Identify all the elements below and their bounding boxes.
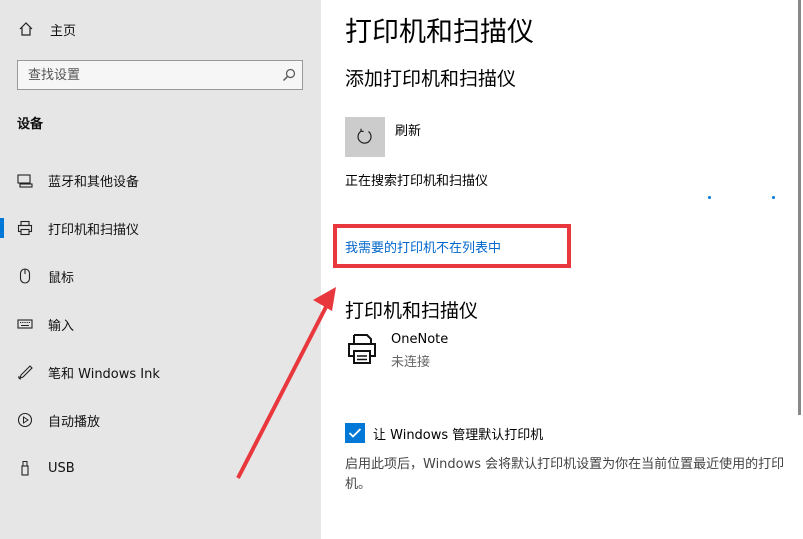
sidebar-item-usb[interactable]: USB	[0, 448, 321, 488]
printer-list-item[interactable]: OneNote 未连接	[345, 330, 645, 370]
refresh-label: 刷新	[395, 124, 422, 139]
refresh-icon	[357, 128, 372, 144]
sidebar-item-typing[interactable]: 输入	[0, 304, 321, 344]
sidebar-item-mouse[interactable]: 鼠标	[0, 256, 321, 296]
default-printer-checkbox-row[interactable]: 让 Windows 管理默认打印机	[345, 423, 543, 443]
mouse-icon	[17, 268, 33, 284]
sidebar-item-label: 鼠标	[48, 270, 75, 286]
bluetooth-devices-icon	[17, 172, 33, 188]
refresh-button[interactable]	[345, 117, 385, 157]
main-content: 打印机和扫描仪 添加打印机和扫描仪 刷新 正在搜索打印机和扫描仪 我需要的打印机…	[321, 0, 803, 539]
section-title: 设备	[17, 117, 44, 132]
default-printer-description: 启用此项后，Windows 会将默认打印机设置为你在当前位置最近使用的打印机。	[345, 457, 785, 492]
scrollbar-thumb[interactable]	[798, 0, 801, 415]
sidebar: 主页 设备 蓝牙和其他设备 打印机和扫描仪	[0, 0, 321, 539]
printer-icon	[348, 334, 376, 364]
sidebar-item-printers[interactable]: 打印机和扫描仪	[0, 208, 321, 248]
sidebar-item-label: 输入	[48, 318, 75, 334]
printers-section-heading: 打印机和扫描仪	[345, 300, 479, 322]
search-icon[interactable]	[282, 68, 296, 82]
annotation-highlight-box	[333, 224, 571, 268]
progress-dot	[708, 196, 711, 199]
sidebar-item-label: 笔和 Windows Ink	[48, 366, 160, 382]
progress-dot	[772, 196, 775, 199]
home-label: 主页	[50, 23, 77, 39]
home-nav-item[interactable]: 主页	[18, 18, 76, 40]
search-input[interactable]	[18, 61, 268, 89]
default-printer-checkbox-label: 让 Windows 管理默认打印机	[373, 427, 544, 443]
printer-status: 未连接	[391, 355, 431, 370]
page-title: 打印机和扫描仪	[345, 17, 534, 48]
default-printer-checkbox[interactable]	[345, 423, 365, 443]
sidebar-item-label: USB	[48, 460, 75, 476]
sidebar-item-pen[interactable]: 笔和 Windows Ink	[0, 352, 321, 392]
home-icon	[19, 22, 33, 36]
sidebar-item-autoplay[interactable]: 自动播放	[0, 400, 321, 440]
keyboard-icon	[17, 316, 33, 332]
printer-name: OneNote	[391, 332, 449, 347]
sidebar-item-bluetooth[interactable]: 蓝牙和其他设备	[0, 160, 321, 200]
settings-search-box[interactable]	[17, 60, 303, 90]
sidebar-item-label: 蓝牙和其他设备	[48, 174, 140, 190]
autoplay-icon	[17, 412, 33, 428]
checkmark-icon	[348, 428, 362, 438]
usb-icon	[17, 460, 33, 476]
add-section-heading: 添加打印机和扫描仪	[345, 68, 517, 90]
printer-icon	[17, 220, 33, 236]
sidebar-item-label: 打印机和扫描仪	[48, 222, 140, 238]
sidebar-item-label: 自动播放	[48, 414, 101, 430]
pen-icon	[17, 364, 33, 380]
searching-status: 正在搜索打印机和扫描仪	[345, 174, 489, 189]
scrollbar[interactable]	[797, 0, 803, 415]
